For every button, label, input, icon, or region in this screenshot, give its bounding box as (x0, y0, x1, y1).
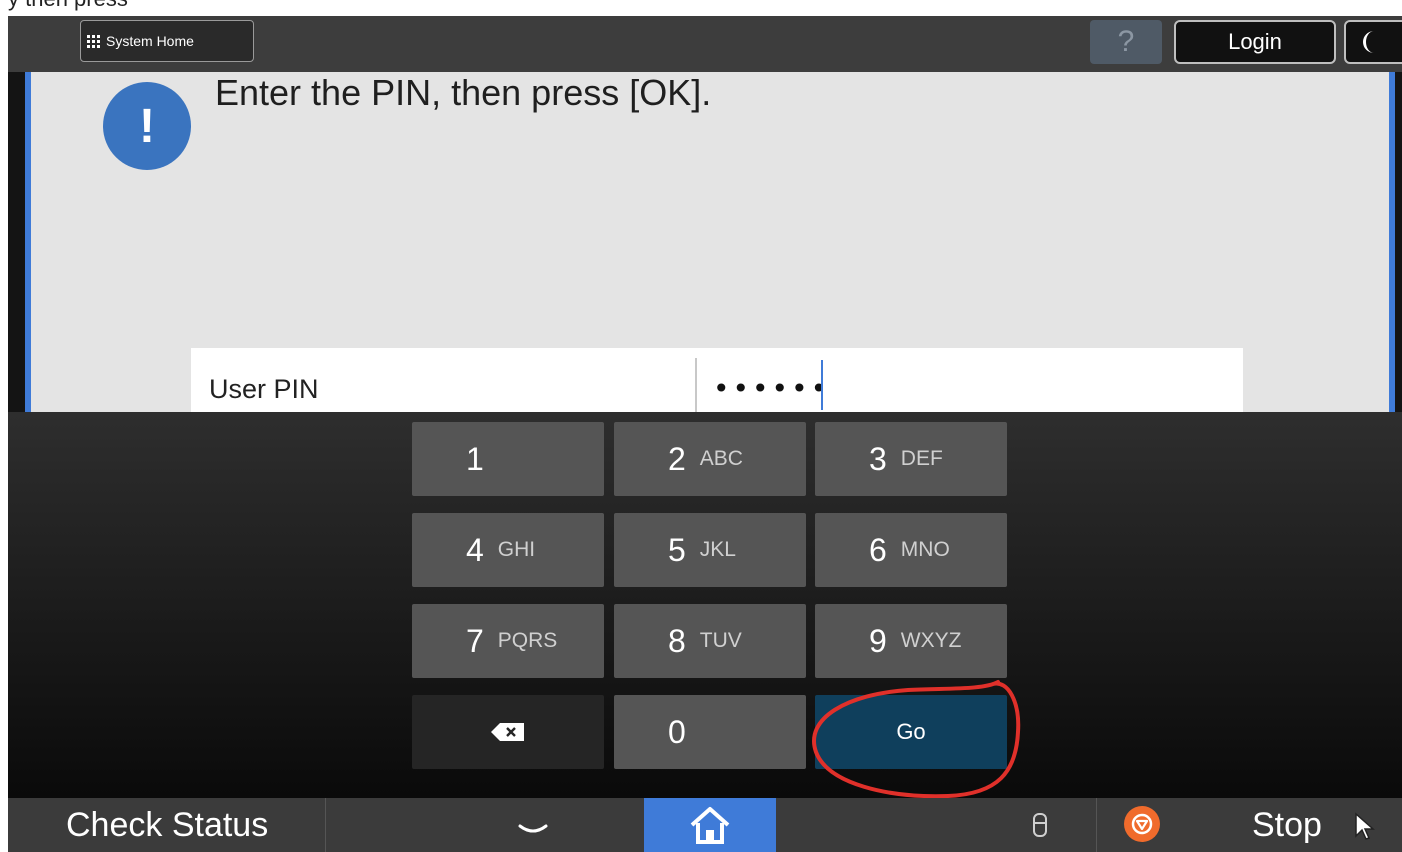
check-status-button[interactable]: Check Status (8, 798, 326, 852)
key-letters: MNO (900, 538, 950, 561)
key-letters: TUV (699, 629, 742, 652)
help-button[interactable]: ? (1090, 20, 1162, 64)
key-number: 1 (466, 440, 484, 477)
key-0[interactable]: 0 (614, 695, 806, 769)
key-8[interactable]: 8 TUV (614, 604, 806, 678)
key-number: 9 (869, 622, 887, 659)
key-9[interactable]: 9 WXYZ (815, 604, 1007, 678)
bottom-separator (1096, 798, 1097, 852)
key-letters: GHI (497, 538, 536, 561)
user-pin-input[interactable]: •••••• (713, 372, 830, 405)
go-label: Go (896, 719, 926, 744)
key-1[interactable]: 1 (412, 422, 604, 496)
bottom-bar: Check Status Stop (8, 798, 1402, 852)
key-letters: PQRS (497, 629, 558, 652)
message-area: ! Enter the PIN, then press [OK]. User P… (25, 72, 1395, 412)
go-key[interactable]: Go (815, 695, 1007, 769)
key-6[interactable]: 6 MNO (815, 513, 1007, 587)
login-label: Login (1228, 29, 1282, 54)
stop-button[interactable]: Stop (1252, 798, 1322, 852)
text-cursor (821, 360, 823, 410)
key-number: 8 (668, 622, 686, 659)
key-4[interactable]: 4 GHI (412, 513, 604, 587)
backspace-icon (491, 723, 524, 741)
pin-divider (695, 358, 697, 412)
chevron-down-icon[interactable] (508, 814, 558, 844)
home-icon (690, 807, 730, 844)
key-number: 7 (466, 622, 484, 659)
user-pin-row: User PIN •••••• (191, 348, 1243, 412)
key-number: 4 (466, 531, 484, 568)
moon-icon (1363, 31, 1374, 53)
home-button[interactable] (644, 798, 776, 852)
numeric-keypad: 1 2 ABC 3 DEF 4 GHI 5 JKL 6 MNO 7 PQRS 8 (8, 412, 1402, 798)
key-5[interactable]: 5 JKL (614, 513, 806, 587)
key-number: 0 (668, 713, 686, 750)
top-clipped-text-strip: y then press (0, 0, 1402, 16)
user-pin-label: User PIN (209, 374, 319, 404)
data-in-icon (1033, 813, 1047, 837)
apps-grid-icon (87, 34, 100, 48)
energy-saver-button[interactable] (1344, 20, 1402, 64)
clipped-instruction-text: y then press (8, 0, 128, 12)
key-letters: JKL (699, 538, 736, 561)
key-2[interactable]: 2 ABC (614, 422, 806, 496)
key-number: 5 (668, 531, 686, 568)
key-letters: DEF (900, 447, 943, 470)
key-number: 3 (869, 440, 887, 477)
device-panel: System Home ? Login ! Enter the PIN, the… (8, 16, 1402, 852)
stop-symbol-icon (1131, 813, 1153, 835)
key-7[interactable]: 7 PQRS (412, 604, 604, 678)
key-number: 2 (668, 440, 686, 477)
help-icon: ? (1117, 25, 1135, 58)
key-letters: ABC (699, 447, 743, 470)
stop-icon[interactable] (1124, 806, 1160, 842)
system-home-label: System Home (106, 33, 194, 49)
key-3[interactable]: 3 DEF (815, 422, 1007, 496)
instruction-message: Enter the PIN, then press [OK]. (215, 72, 712, 113)
key-letters: WXYZ (900, 629, 962, 652)
top-bar: System Home ? Login (8, 16, 1402, 72)
login-button[interactable]: Login (1174, 20, 1336, 64)
backspace-key[interactable] (412, 695, 604, 769)
key-number: 6 (869, 531, 887, 568)
system-home-button[interactable]: System Home (80, 20, 254, 62)
alert-icon: ! (103, 82, 191, 170)
mouse-pointer-icon (1355, 812, 1375, 840)
